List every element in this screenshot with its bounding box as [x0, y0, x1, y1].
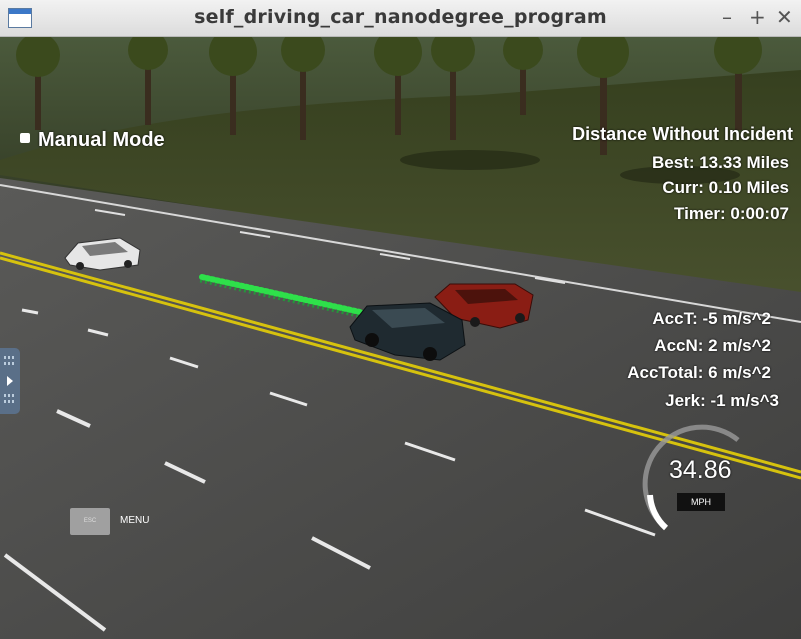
window-title: self_driving_car_nanodegree_program — [194, 6, 607, 28]
grip-dots — [4, 362, 16, 365]
minimize-button[interactable]: – — [722, 5, 732, 29]
expand-arrow-icon — [7, 376, 13, 386]
title-bar[interactable]: self_driving_car_nanodegree_program – + … — [0, 0, 801, 37]
speed-value: 34.86 — [669, 456, 732, 484]
current-distance: Curr: 0.10 Miles — [662, 178, 789, 197]
maximize-button[interactable]: + — [749, 5, 766, 29]
speed-unit: MPH — [677, 493, 725, 511]
distance-title: Distance Without Incident — [572, 124, 793, 144]
grip-dots — [4, 356, 16, 359]
acc-total: AccTotal: 6 m/s^2 — [627, 363, 771, 382]
simulator-window: self_driving_car_nanodegree_program – + … — [0, 0, 801, 639]
grip-dots — [4, 394, 16, 397]
acc-normal: AccN: 2 m/s^2 — [654, 336, 771, 355]
best-distance: Best: 13.33 Miles — [651, 153, 789, 172]
acc-tangential: AccT: -5 m/s^2 — [652, 309, 771, 328]
mode-label: Manual Mode — [38, 129, 165, 151]
side-panel-handle[interactable] — [0, 348, 20, 414]
esc-button[interactable]: ESC — [70, 508, 110, 535]
jerk: Jerk: -1 m/s^3 — [665, 391, 779, 410]
close-button[interactable]: ✕ — [776, 5, 793, 29]
tree-shadow — [400, 150, 540, 170]
menu-label: MENU — [120, 515, 150, 526]
grip-dots — [4, 400, 16, 403]
mode-indicator-icon — [20, 133, 30, 143]
timer: Timer: 0:00:07 — [674, 204, 789, 223]
